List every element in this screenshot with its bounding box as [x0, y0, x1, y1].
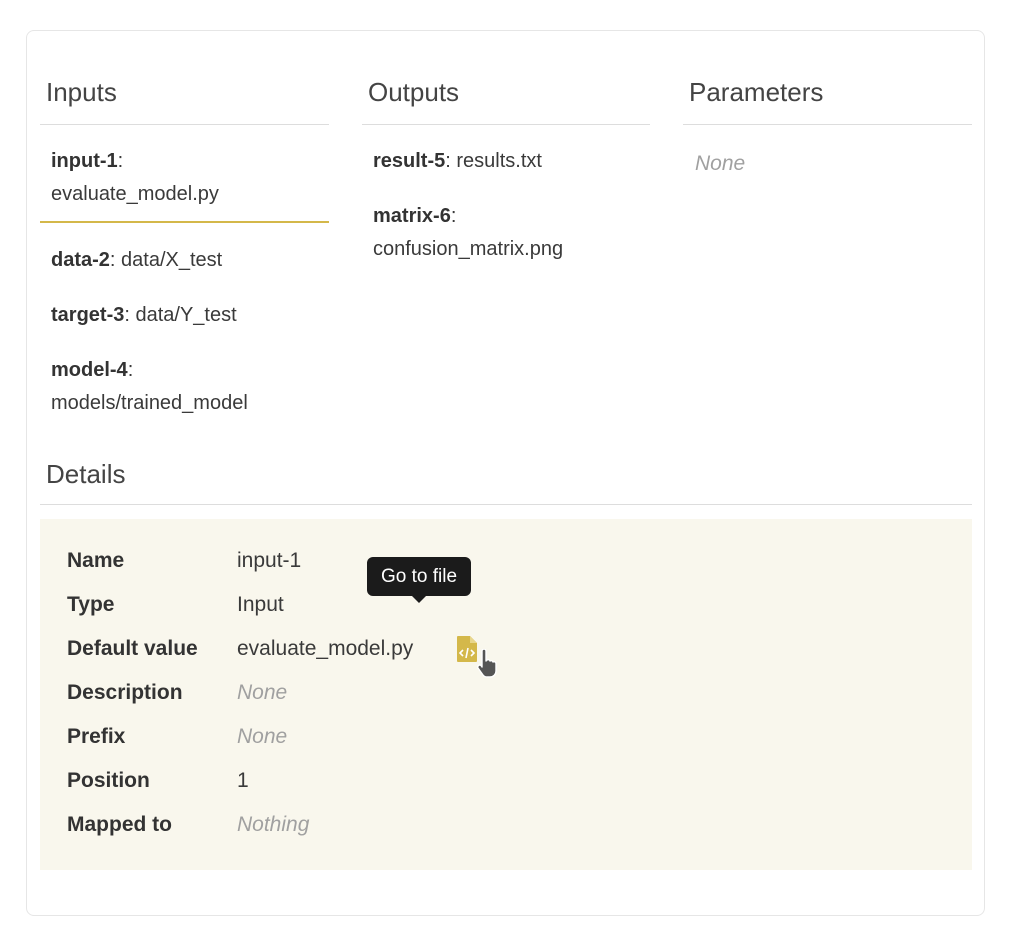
divider	[40, 504, 972, 505]
pointer-cursor-icon	[477, 649, 497, 678]
detail-value: None	[237, 725, 288, 748]
output-item-result-5[interactable]: result-5: results.txt	[362, 135, 650, 188]
parameters-title: Parameters	[689, 77, 824, 107]
detail-label: Prefix	[67, 725, 126, 748]
divider	[362, 124, 650, 125]
input-name: input-1	[51, 150, 118, 172]
detail-value: Nothing	[237, 813, 310, 836]
input-value: data/Y_test	[135, 304, 237, 326]
outputs-title: Outputs	[368, 77, 460, 107]
input-name: model-4	[51, 359, 128, 381]
input-value: data/X_test	[121, 249, 223, 271]
input-value: models/trained_model	[51, 392, 248, 414]
detail-value: input-1	[237, 549, 302, 572]
detail-label: Mapped to	[67, 813, 172, 836]
inputs-column: Inputs input-1: evaluate_model.py data-2…	[40, 77, 329, 430]
input-item-input-1[interactable]: input-1: evaluate_model.py	[40, 135, 329, 223]
details-title: Details	[46, 459, 126, 489]
detail-label: Name	[67, 549, 125, 572]
input-name: data-2	[51, 249, 110, 271]
inputs-title: Inputs	[46, 77, 117, 107]
input-value: evaluate_model.py	[51, 183, 219, 205]
divider	[40, 124, 329, 125]
detail-value: Input	[237, 593, 284, 616]
tooltip-arrow	[412, 596, 426, 603]
detail-label: Position	[67, 769, 150, 792]
input-item-model-4[interactable]: model-4: models/trained_model	[40, 344, 329, 430]
detail-label: Description	[67, 681, 183, 704]
detail-value: 1	[237, 769, 249, 792]
parameters-column: Parameters None	[683, 77, 972, 179]
detail-value: evaluate_model.py	[237, 637, 414, 660]
details-panel: Name input-1 Type Input Default value ev…	[40, 519, 972, 870]
go-to-file-tooltip: Go to file	[367, 557, 471, 603]
parameters-empty: None	[695, 152, 746, 175]
step-card: Inputs input-1: evaluate_model.py data-2…	[26, 30, 985, 916]
input-item-target-3[interactable]: target-3: data/Y_test	[40, 289, 329, 342]
output-value: confusion_matrix.png	[373, 238, 564, 260]
output-value: results.txt	[456, 150, 542, 172]
detail-label: Type	[67, 593, 115, 616]
detail-label: Default value	[67, 637, 198, 660]
output-item-matrix-6[interactable]: matrix-6: confusion_matrix.png	[362, 190, 650, 276]
tooltip-text: Go to file	[380, 566, 458, 587]
input-name: target-3	[51, 304, 125, 326]
outputs-column: Outputs result-5: results.txt matrix-6: …	[362, 77, 650, 276]
output-name: matrix-6	[373, 205, 451, 227]
file-code-icon[interactable]	[456, 635, 478, 663]
input-item-data-2[interactable]: data-2: data/X_test	[40, 234, 329, 287]
output-name: result-5	[373, 150, 446, 172]
detail-value: None	[237, 681, 288, 704]
details-section: Details	[40, 459, 972, 505]
